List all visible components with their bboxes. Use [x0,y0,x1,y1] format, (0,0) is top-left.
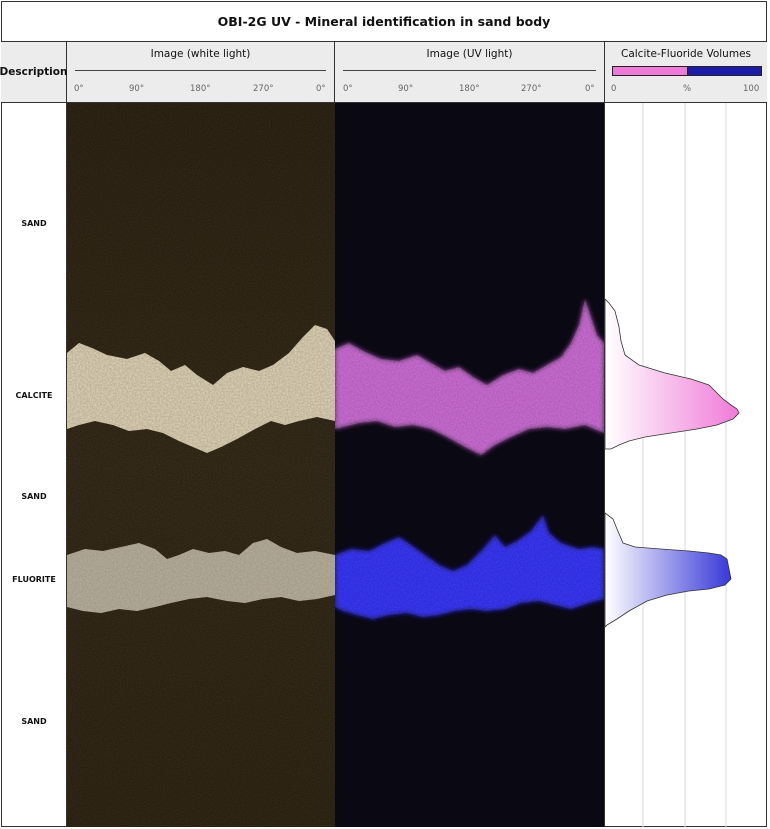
description-header: Description [0,42,67,103]
azimuth-tick: 180° [190,84,211,94]
azimuth-tick: 0° [316,84,326,94]
uv-background [335,103,604,827]
volume-scale-min: 0 [611,84,617,94]
uv-light-title: Image (UV light) [426,48,513,60]
description-calcite: CALCITE [15,391,53,400]
header-rule [343,70,596,71]
azimuth-tick: 270° [521,84,542,94]
fluorite-volume-curve [605,512,732,628]
volumes-title: Calcite-Fluoride Volumes [621,48,751,60]
calcite-legend-swatch [613,67,688,75]
volumes-header: Calcite-Fluoride Volumes 0 % 100 [605,42,767,103]
description-sand: SAND [21,717,47,726]
calcite-volume-curve [605,298,740,450]
page-title: OBI-2G UV - Mineral identification in sa… [1,1,767,42]
white-light-header: Image (white light) 0° 90° 180° 270° 0° [67,42,335,103]
uv-light-image [335,103,605,827]
azimuth-tick: 0° [585,84,595,94]
volume-scale-unit: % [683,84,692,94]
azimuth-tick: 90° [129,84,145,94]
white-light-title: Image (white light) [150,48,251,60]
uv-light-header: Image (UV light) 0° 90° 180° 270° 0° [335,42,605,103]
description-fluorite: FLUORITE [12,575,56,584]
fluorite-legend-swatch [687,67,761,75]
azimuth-tick: 90° [398,84,414,94]
azimuth-tick: 270° [253,84,274,94]
volume-track [605,103,767,827]
volume-scale-max: 100 [743,84,760,94]
description-sand: SAND [21,492,47,501]
azimuth-tick: 0° [74,84,84,94]
description-column: SAND CALCITE SAND FLUORITE SAND [1,103,67,827]
white-light-image [67,103,335,827]
description-sand: SAND [21,219,47,228]
volume-legend-bar [612,66,762,76]
azimuth-tick: 180° [459,84,480,94]
header-rule [75,70,326,71]
azimuth-tick: 0° [343,84,353,94]
